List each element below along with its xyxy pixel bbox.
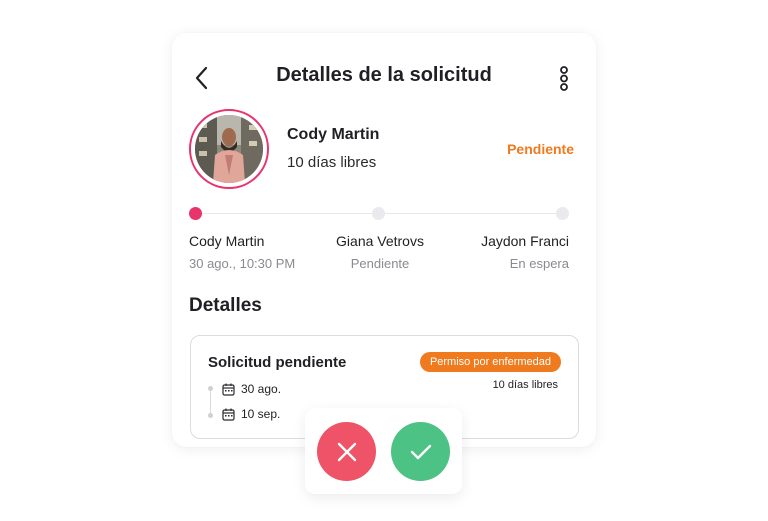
- action-panel: [305, 408, 462, 494]
- calendar-icon: [222, 383, 235, 396]
- date-range-connector: [210, 388, 211, 414]
- request-title: Solicitud pendiente: [208, 354, 347, 371]
- page-title: Detalles de la solicitud: [276, 64, 492, 86]
- leave-days: 10 días libres: [492, 379, 558, 391]
- step-name: Giana Vetrovs: [336, 233, 424, 249]
- status-badge: Pendiente: [507, 141, 574, 157]
- leave-type-badge: Permiso por enfermedad: [419, 352, 561, 372]
- step-name: Jaydon Franci: [481, 233, 569, 249]
- end-date: 10 sep.: [241, 407, 281, 421]
- approval-step-3: Jaydon Franci En espera: [481, 233, 569, 271]
- timeline-dot-active: [189, 207, 202, 220]
- avatar-photo: [195, 115, 263, 183]
- vertical-dots-icon: [560, 66, 568, 91]
- step-name: Cody Martin: [189, 233, 265, 249]
- date-range-dot: [208, 413, 213, 418]
- timeline-dot: [556, 207, 569, 220]
- reject-button[interactable]: [317, 422, 376, 481]
- end-date-row: 10 sep.: [222, 407, 280, 421]
- close-icon: [337, 442, 356, 461]
- calendar-icon: [222, 408, 235, 421]
- timeline-dot: [372, 207, 385, 220]
- step-status: 30 ago., 10:30 PM: [189, 256, 296, 271]
- more-options-button[interactable]: [556, 66, 572, 92]
- date-range-dot: [208, 386, 213, 391]
- start-date: 30 ago.: [241, 382, 282, 396]
- avatar: [189, 109, 269, 189]
- approval-step-2: Giana Vetrovs Pendiente: [336, 233, 424, 271]
- check-icon: [410, 444, 431, 459]
- approval-step-1: Cody Martin 30 ago., 10:30 PM: [189, 233, 295, 271]
- step-status: En espera: [509, 256, 569, 271]
- requester-days: 10 días libres: [287, 154, 377, 171]
- step-status: Pendiente: [350, 256, 410, 271]
- start-date-row: 30 ago.: [222, 382, 281, 396]
- request-details-card: Detalles de la solicitud Cody Martin 10 …: [172, 33, 596, 447]
- approve-button[interactable]: [391, 422, 450, 481]
- requester-name: Cody Martin: [287, 126, 380, 143]
- details-heading: Detalles: [189, 295, 262, 316]
